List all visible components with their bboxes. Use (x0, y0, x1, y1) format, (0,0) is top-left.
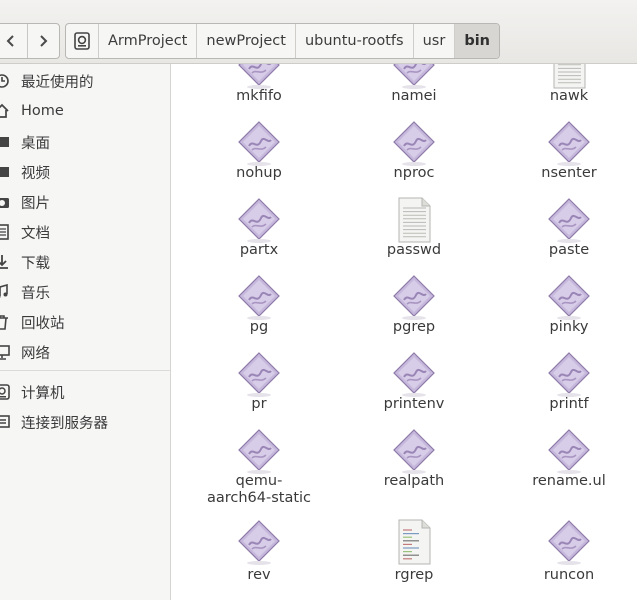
chevron-left-icon (6, 35, 14, 47)
text-file-icon (547, 64, 591, 90)
sidebar-item-label: 连接到服务器 (21, 415, 108, 432)
file-name: pr (251, 396, 267, 412)
executable-file-icon (547, 273, 591, 321)
file-name: pgrep (392, 319, 436, 335)
executable-file-icon (547, 350, 591, 398)
sidebar-item-label: 文档 (21, 225, 50, 242)
breadcrumb-ubuntu-rootfs[interactable]: ubuntu-rootfs (294, 24, 413, 58)
music-icon (0, 284, 10, 300)
breadcrumb-root[interactable] (66, 24, 98, 58)
file-grid: mkfifo namei nawk nohup nproc nsenter partx pas… (171, 64, 637, 600)
executable-file-icon (392, 273, 436, 321)
executable-file-icon (237, 64, 281, 90)
file-name: nproc (393, 165, 435, 181)
sidebar-item-label: 下载 (21, 255, 50, 272)
file-name: nawk (549, 88, 589, 104)
drive-icon (74, 32, 90, 50)
executable-file-icon (237, 350, 281, 398)
sidebar-item-label: 音乐 (21, 285, 50, 302)
file-name: paste (548, 242, 590, 258)
file-name: qemu-aarch64-static (206, 473, 312, 506)
executable-file-icon (237, 196, 281, 244)
document-icon (0, 224, 10, 240)
executable-file-icon (237, 119, 281, 167)
executable-file-icon (237, 518, 281, 566)
breadcrumb-armproject[interactable]: ArmProject (98, 24, 196, 58)
executable-file-icon (392, 427, 436, 475)
file-name: mkfifo (236, 88, 282, 104)
text-file-icon (392, 196, 436, 244)
file-name: rename.ul (532, 473, 606, 489)
executable-file-icon (392, 119, 436, 167)
sidebar-item-label: 最近使用的 (21, 74, 94, 91)
file-name: runcon (543, 567, 595, 583)
sidebar-item-label: 网络 (21, 345, 50, 362)
server-icon (0, 414, 10, 430)
executable-file-icon (547, 518, 591, 566)
executable-file-icon (237, 427, 281, 475)
file-name: rgrep (394, 567, 434, 583)
video-icon (0, 164, 10, 180)
executable-file-icon (547, 119, 591, 167)
file-name: realpath (383, 473, 445, 489)
breadcrumb-bin[interactable]: bin (454, 24, 499, 58)
file-name: passwd (386, 242, 442, 258)
header-bar: ArmProject newProject ubuntu-rootfs usr … (0, 0, 637, 64)
breadcrumb: ArmProject newProject ubuntu-rootfs usr … (65, 23, 500, 59)
sidebar-divider (0, 370, 170, 371)
executable-file-icon (547, 427, 591, 475)
back-button[interactable] (0, 24, 27, 58)
file-name: rev (247, 567, 271, 583)
sidebar-item-label: 计算机 (21, 385, 65, 402)
navigation-buttons (0, 23, 60, 59)
script-file-icon (392, 518, 436, 566)
desktop-icon (0, 134, 10, 150)
file-name: pg (249, 319, 269, 335)
network-icon (0, 344, 10, 360)
camera-icon (0, 194, 10, 210)
file-name: namei (391, 88, 437, 104)
sidebar: 最近使用的 Home 桌面 视频 图片 文档 下载 音乐 回收站 网络 计算机 … (0, 64, 171, 600)
sidebar-item-label: 桌面 (21, 135, 50, 152)
file-name: pinky (549, 319, 589, 335)
sidebar-item-label: 回收站 (21, 315, 65, 332)
home-icon (0, 103, 10, 119)
executable-file-icon (237, 273, 281, 321)
executable-file-icon (392, 350, 436, 398)
clock-icon (0, 73, 10, 89)
executable-file-icon (547, 196, 591, 244)
executable-file-icon (392, 64, 436, 90)
file-name: partx (239, 242, 279, 258)
breadcrumb-usr[interactable]: usr (412, 24, 455, 58)
file-name: nohup (236, 165, 282, 181)
file-name: nsenter (541, 165, 597, 181)
download-icon (0, 254, 10, 270)
sidebar-item-label: Home (21, 103, 64, 119)
sidebar-item-label: 图片 (21, 195, 50, 212)
file-name: printf (549, 396, 589, 412)
forward-button[interactable] (26, 24, 60, 58)
sidebar-item-label: 视频 (21, 165, 50, 182)
breadcrumb-newproject[interactable]: newProject (196, 24, 295, 58)
chevron-right-icon (40, 35, 48, 47)
computer-icon (0, 384, 10, 400)
file-name: printenv (383, 396, 445, 412)
trash-icon (0, 314, 10, 330)
